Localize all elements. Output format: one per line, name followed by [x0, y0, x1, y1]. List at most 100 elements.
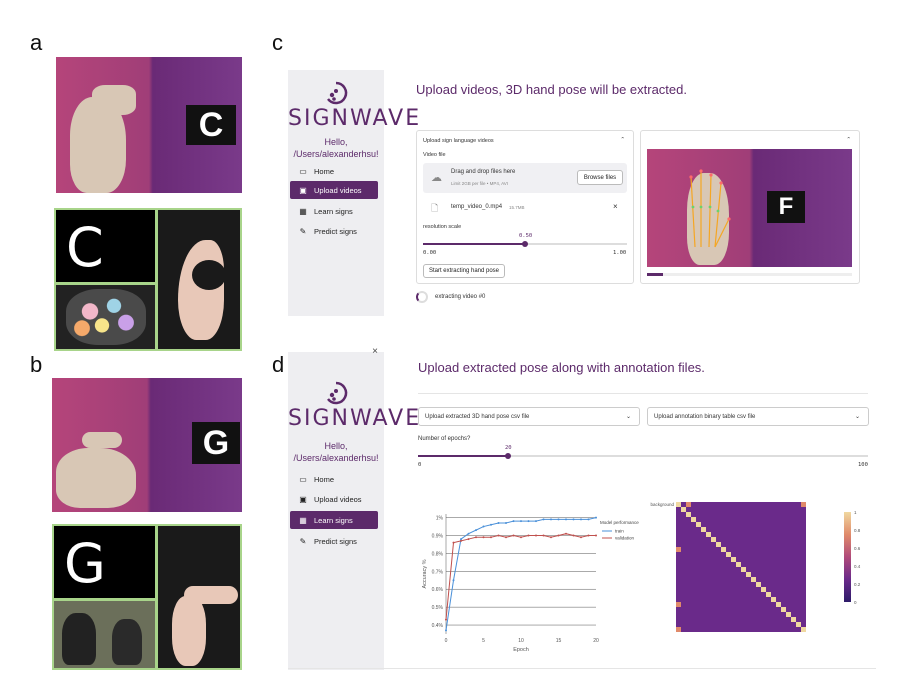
- heatmap-cell-diagonal: [701, 527, 706, 532]
- nav-upload-videos[interactable]: ▣ Upload videos: [290, 181, 378, 199]
- hand-g-arm: [172, 596, 206, 666]
- data-point-train: [557, 518, 560, 521]
- greeting-line1: Hello,: [324, 137, 348, 147]
- pose-csv-dropdown[interactable]: Upload extracted 3D hand pose csv file ⌄: [418, 407, 640, 426]
- data-point-train: [572, 518, 575, 521]
- x-tick-label: 5: [482, 638, 485, 644]
- file-name: temp_video_0.mp4: [451, 204, 503, 210]
- start-extracting-button[interactable]: Start extracting hand pose: [423, 264, 505, 278]
- x-tick-label: 0: [445, 638, 448, 644]
- panel-label-c: c: [272, 30, 283, 55]
- data-point-validation: [595, 534, 597, 537]
- greeting-user: /Users/alexanderhsu!: [293, 453, 379, 463]
- data-point-train: [550, 518, 552, 521]
- resolution-slider-knob[interactable]: [522, 241, 528, 247]
- logo-text: SIGNWAVE: [288, 406, 422, 431]
- home-icon: ▭: [299, 166, 307, 176]
- y-tick-label: 1%: [436, 516, 444, 522]
- heatmap-cell-diagonal: [801, 627, 806, 632]
- heatmap-cell-diagonal: [766, 592, 771, 597]
- y-tick-label: 0.7%: [432, 569, 444, 575]
- nav-learn-signs[interactable]: ▦ Learn signs: [290, 511, 378, 529]
- heatmap-cell: [676, 547, 681, 552]
- data-point-train: [535, 520, 537, 523]
- nav-home[interactable]: ▭ Home: [290, 162, 378, 180]
- nav-upload-videos[interactable]: ▣ Upload videos: [290, 490, 378, 508]
- resolution-min: 0.00: [423, 250, 437, 256]
- sign-letter: G: [192, 422, 240, 464]
- nav-label: Predict signs: [314, 226, 357, 236]
- panel-label-b: b: [30, 352, 43, 377]
- spinner-icon: [416, 291, 428, 303]
- heatmap-cell-diagonal: [686, 512, 691, 517]
- heatmap-cell-diagonal: [731, 557, 736, 562]
- browse-files-button[interactable]: Browse files: [577, 170, 623, 185]
- sign-photo-g: G: [52, 378, 242, 512]
- upload-section: Upload sign language videos ⌃ Video file…: [416, 130, 634, 284]
- letter-cell: G g: [54, 526, 155, 658]
- collapse-icon[interactable]: ⌃: [846, 137, 851, 143]
- nav-predict-signs[interactable]: ✎ Predict signs: [290, 222, 378, 240]
- hand-finger: [82, 432, 122, 448]
- file-icon: 🗋: [431, 203, 439, 213]
- learn-heading: Upload extracted pose along with annotat…: [418, 360, 705, 375]
- heading-divider: [418, 393, 868, 394]
- signwave-logo-icon: [327, 81, 348, 105]
- heatmap-cell-diagonal: [736, 562, 741, 567]
- sidebar: SIGNWAVE Hello, /Users/alexanderhsu! ▭ Ho…: [288, 70, 419, 316]
- heatmap-cell-diagonal: [741, 567, 746, 572]
- data-point-validation: [490, 536, 492, 539]
- data-point-train: [490, 523, 492, 526]
- hand-c-shape: [178, 240, 224, 340]
- video-preview-box: ⌃ F: [640, 130, 860, 284]
- annotation-csv-dropdown[interactable]: Upload annotation binary table csv file …: [647, 407, 869, 426]
- heatmap-cell-diagonal: [716, 542, 721, 547]
- heatmap-cell: [676, 627, 681, 632]
- collapse-icon[interactable]: ⌃: [620, 137, 625, 143]
- video-icon: ▣: [299, 494, 307, 504]
- signwave-logo-icon: [327, 381, 348, 405]
- x-axis-label: Epoch: [513, 647, 529, 653]
- resolution-max: 1.00: [613, 250, 627, 256]
- data-point-validation: [497, 534, 500, 537]
- nav-label: Learn signs: [314, 206, 353, 216]
- nav-home[interactable]: ▭ Home: [290, 470, 378, 488]
- nav-learn-signs[interactable]: ▦ Learn signs: [290, 202, 378, 220]
- heatmap-cell: [676, 602, 681, 607]
- drop-title: Drag and drop files here: [451, 169, 516, 175]
- y-tick-label: 0.8%: [432, 551, 444, 557]
- bottom-divider: [288, 668, 876, 669]
- confusion-matrix-heatmap: background 1 0.8 0.6 0.4 0.2 0: [650, 502, 861, 632]
- nav-label: Upload videos: [314, 185, 362, 195]
- sign-letter: F: [767, 191, 805, 223]
- epochs-min: 0: [418, 462, 422, 468]
- candy-image: [66, 289, 146, 345]
- data-point-validation: [460, 539, 462, 542]
- heatmap-cell-diagonal: [751, 577, 756, 582]
- upload-heading: Upload videos, 3D hand pose will be extr…: [416, 82, 687, 97]
- accuracy-line-chart: 0.4% 0.5% 0.6% 0.7% 0.8% 0.9% 1% 0 5 10 15 20 Epoch A…: [422, 514, 639, 653]
- hand-fingers: [92, 85, 136, 115]
- colorbar-tick-label: 0.2: [854, 582, 861, 587]
- gorilla-left: [62, 613, 96, 665]
- epochs-slider-knob[interactable]: [505, 453, 511, 459]
- heatmap-cell-diagonal: [726, 552, 731, 557]
- drop-zone[interactable]: ☁ Drag and drop files here Limit 2GB per…: [423, 163, 627, 193]
- nav-predict-signs[interactable]: ✎ Predict signs: [290, 532, 378, 550]
- heatmap-cell-diagonal: [721, 547, 726, 552]
- heatmap-cell-diagonal: [776, 602, 781, 607]
- data-point-validation: [475, 536, 477, 539]
- reference-card-c: C c: [54, 208, 242, 351]
- cloud-upload-icon: ☁: [431, 172, 442, 184]
- colorbar-tick-label: 1: [854, 510, 857, 515]
- example-image-cell: [54, 601, 155, 668]
- close-sidebar-icon[interactable]: ×: [372, 346, 378, 357]
- hand-sign-cell: [158, 210, 240, 349]
- sign-photo-c: C: [56, 57, 242, 193]
- heatmap-cell-diagonal: [706, 532, 711, 537]
- reference-card-g: G g: [52, 524, 242, 670]
- status-text: extracting video #0: [435, 294, 486, 300]
- remove-file-icon[interactable]: ×: [613, 202, 618, 211]
- dropdown-label: Upload annotation binary table csv file: [654, 413, 756, 420]
- learn-icon: ▦: [299, 515, 307, 525]
